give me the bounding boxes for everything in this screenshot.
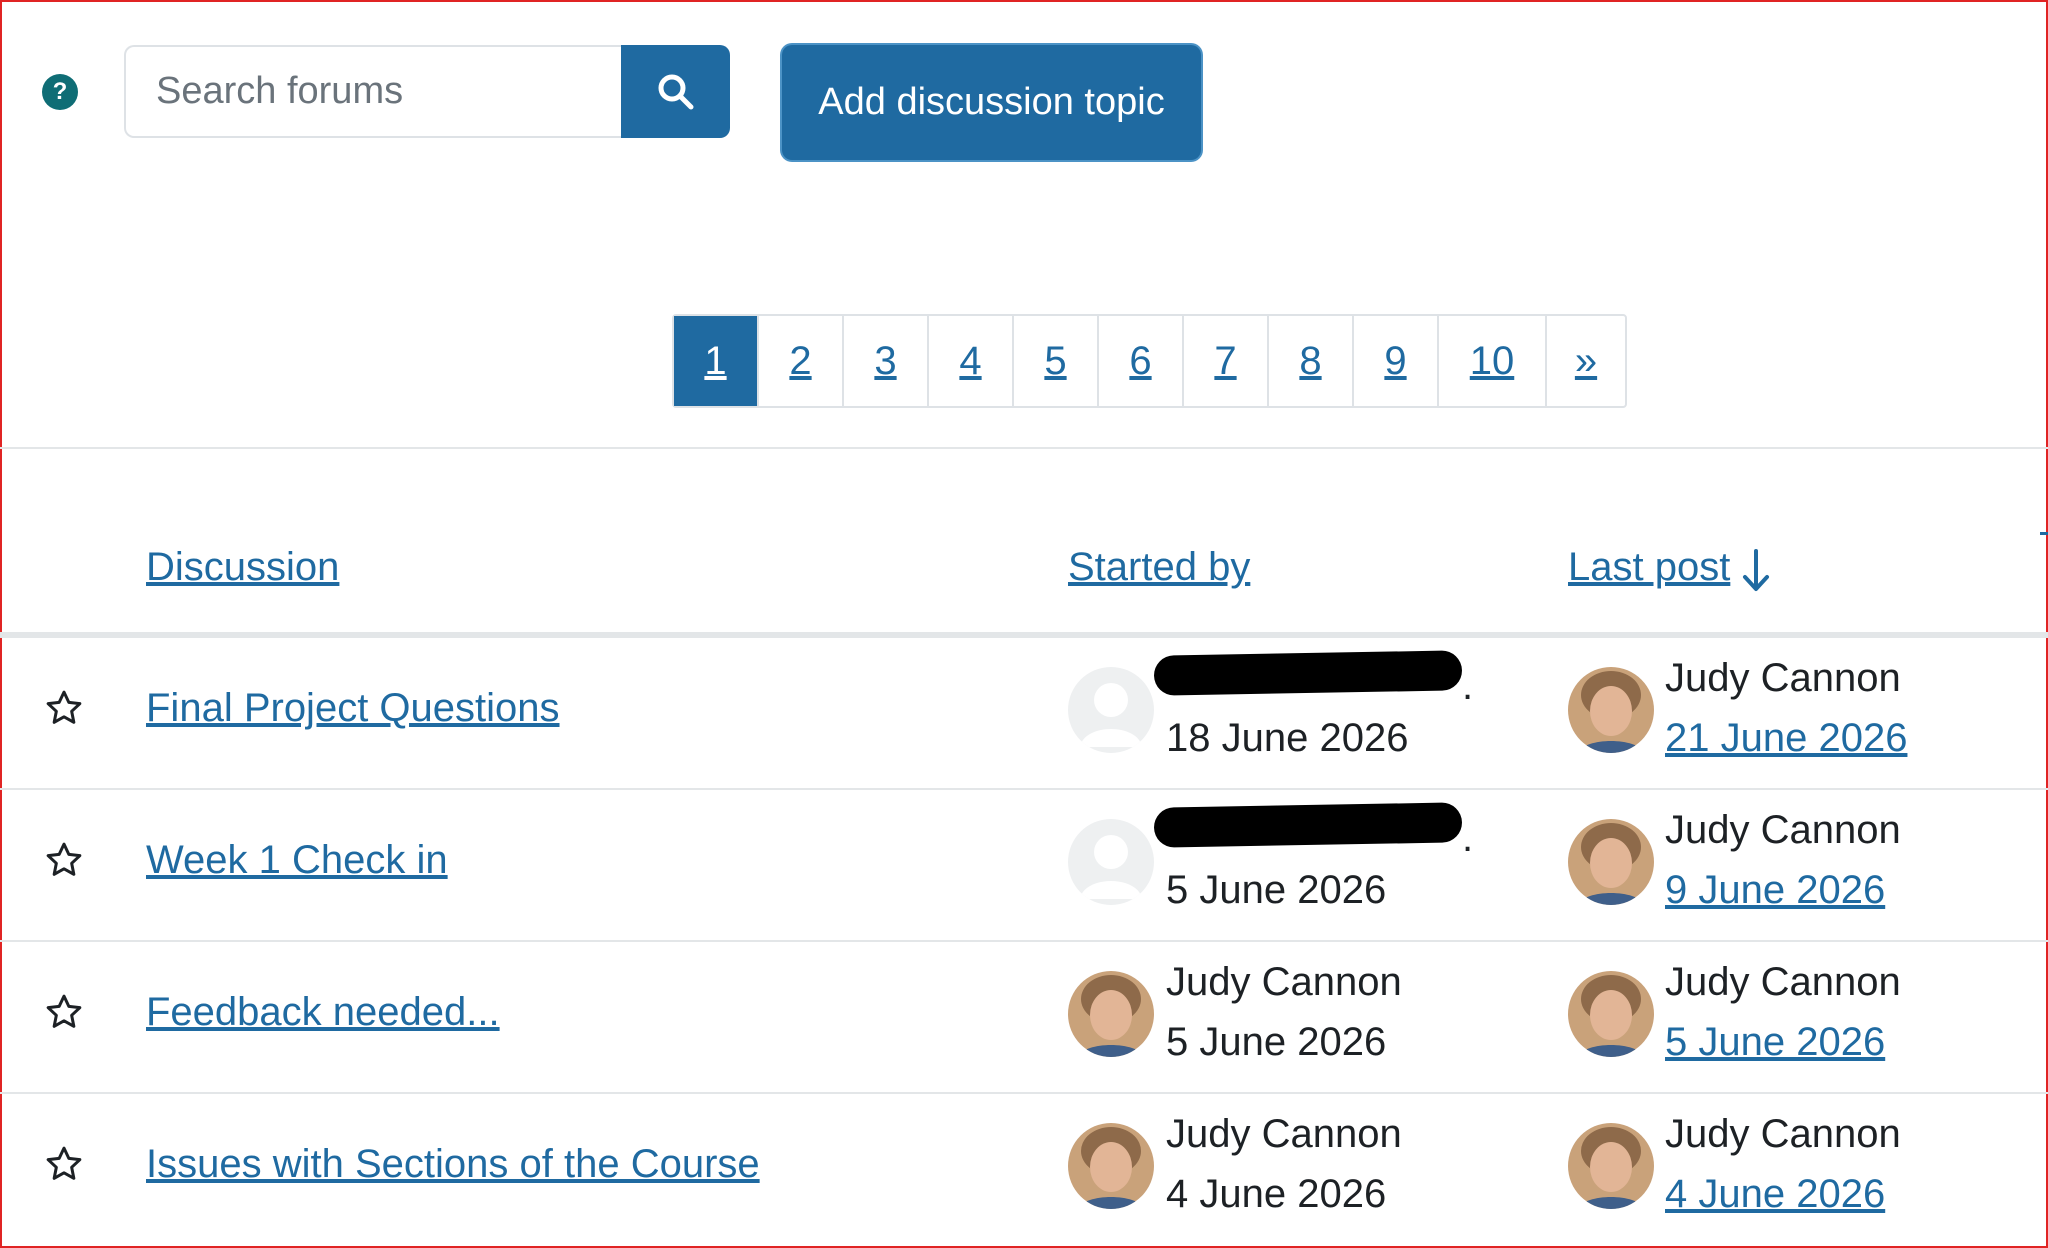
page-link-5[interactable]: 5 [1012, 316, 1097, 406]
discussion-link[interactable]: Week 1 Check in [146, 838, 448, 883]
page-link-next[interactable]: » [1545, 316, 1625, 406]
last-post-author: Judy Cannon [1665, 960, 1901, 1004]
pagination: 1 2 3 4 5 6 7 8 9 10 » [672, 314, 1627, 408]
started-date: 4 June 2026 [1166, 1172, 1387, 1216]
star-icon[interactable] [44, 1144, 84, 1184]
user-avatar[interactable] [1568, 667, 1654, 753]
help-icon[interactable]: ? [42, 74, 78, 110]
search-button[interactable] [621, 45, 730, 138]
table-row: Issues with Sections of the Course Judy … [0, 1094, 2048, 1246]
page-link-2[interactable]: 2 [757, 316, 842, 406]
star-icon[interactable] [44, 992, 84, 1032]
started-date: 5 June 2026 [1166, 868, 1387, 912]
last-post-date-link[interactable]: 4 June 2026 [1665, 1172, 1885, 1217]
starter-name: Judy Cannon [1166, 960, 1402, 1004]
user-avatar[interactable] [1068, 1123, 1154, 1209]
search-icon [658, 74, 693, 109]
page-link-9[interactable]: 9 [1352, 316, 1437, 406]
page-link-6[interactable]: 6 [1097, 316, 1182, 406]
discussion-link[interactable]: Feedback needed... [146, 990, 500, 1035]
last-post-date-link[interactable]: 21 June 2026 [1665, 716, 1907, 761]
discussion-link[interactable]: Issues with Sections of the Course [146, 1142, 760, 1187]
sort-descending-icon [1743, 549, 1769, 591]
user-avatar[interactable] [1568, 1123, 1654, 1209]
redaction-mark [1153, 650, 1463, 696]
search-form [124, 45, 730, 138]
page-link-10[interactable]: 10 [1437, 316, 1545, 406]
last-post-date-link[interactable]: 5 June 2026 [1665, 1020, 1885, 1065]
started-date: 5 June 2026 [1166, 1020, 1387, 1064]
table-row: Final Project Questions . 18 June 2026 J… [0, 638, 2048, 790]
last-post-author: Judy Cannon [1665, 656, 1901, 700]
page-link-4[interactable]: 4 [927, 316, 1012, 406]
redaction-tail: . [1462, 664, 1474, 708]
table-row: Week 1 Check in . 5 June 2026 Judy Canno… [0, 790, 2048, 942]
last-post-author: Judy Cannon [1665, 1112, 1901, 1156]
default-avatar-icon [1068, 667, 1154, 753]
clipped-header-link[interactable] [2040, 495, 2048, 535]
column-header-started-by[interactable]: Started by [1068, 545, 1250, 590]
redaction-mark [1153, 802, 1463, 848]
star-icon[interactable] [44, 688, 84, 728]
user-avatar[interactable] [1568, 819, 1654, 905]
column-header-last-post[interactable]: Last post [1568, 545, 1730, 590]
default-avatar-icon [1068, 819, 1154, 905]
last-post-author: Judy Cannon [1665, 808, 1901, 852]
section-divider [0, 447, 2048, 449]
discussion-link[interactable]: Final Project Questions [146, 686, 560, 731]
last-post-date-link[interactable]: 9 June 2026 [1665, 868, 1885, 913]
add-discussion-topic-button[interactable]: Add discussion topic [782, 45, 1201, 160]
page-link-3[interactable]: 3 [842, 316, 927, 406]
user-avatar[interactable] [1068, 971, 1154, 1057]
page-link-8[interactable]: 8 [1267, 316, 1352, 406]
table-row: Feedback needed... Judy Cannon 5 June 20… [0, 942, 2048, 1094]
page-link-7[interactable]: 7 [1182, 316, 1267, 406]
column-header-discussion[interactable]: Discussion [146, 545, 339, 590]
page-link-1[interactable]: 1 [674, 316, 757, 406]
star-icon[interactable] [44, 840, 84, 880]
user-avatar[interactable] [1568, 971, 1654, 1057]
started-date: 18 June 2026 [1166, 716, 1409, 760]
redaction-tail: . [1462, 816, 1474, 860]
starter-name: Judy Cannon [1166, 1112, 1402, 1156]
search-input[interactable] [124, 45, 621, 138]
